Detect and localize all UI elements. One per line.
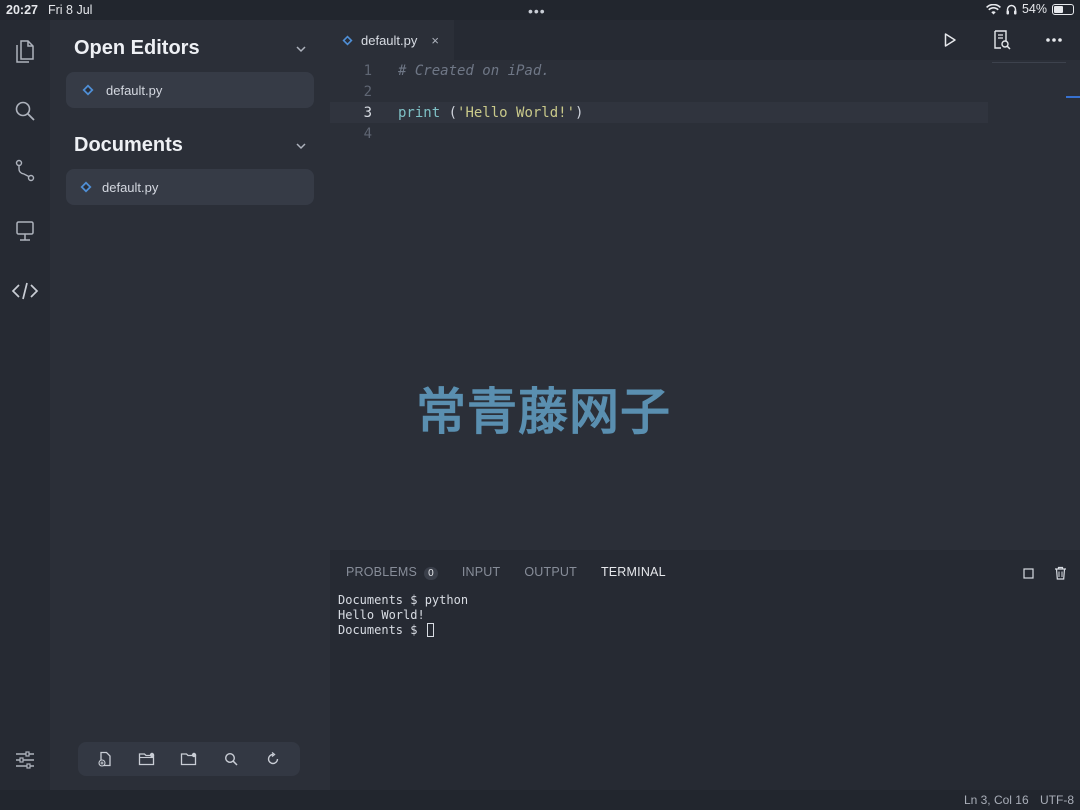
- code-statement: print ('Hello World!'): [398, 105, 583, 121]
- code-keyword: print: [398, 104, 441, 121]
- code-icon[interactable]: [10, 276, 40, 306]
- python-file-icon: [342, 34, 353, 46]
- files-icon[interactable]: [10, 36, 40, 66]
- status-right: Ln 3, Col 16 UTF-8: [964, 793, 1074, 807]
- search-icon[interactable]: [10, 96, 40, 126]
- close-icon[interactable]: ×: [431, 33, 439, 48]
- chevron-down-icon[interactable]: [294, 42, 308, 56]
- activity-bar: [0, 20, 50, 790]
- scrollbar-marker[interactable]: [1066, 96, 1080, 98]
- editor-tab-bar: default.py ×: [330, 20, 1080, 60]
- document-item[interactable]: default.py: [66, 169, 314, 205]
- code-punctuation: ): [575, 104, 584, 121]
- status-indicators: 54%: [986, 2, 1074, 16]
- battery-icon: [1052, 3, 1074, 15]
- refresh-icon[interactable]: [262, 748, 284, 770]
- terminal-prompt-line: Documents $: [338, 623, 468, 638]
- tab-terminal[interactable]: TERMINAL: [601, 565, 666, 579]
- tab-label: default.py: [361, 32, 418, 48]
- search-icon[interactable]: [220, 748, 242, 770]
- open-editors-title[interactable]: Open Editors: [74, 37, 200, 60]
- terminal-output[interactable]: Documents $ python Hello World! Documents …: [338, 593, 468, 638]
- watermark: 常青藤网子: [416, 383, 671, 441]
- file-name: default.py: [106, 82, 163, 98]
- tab-problems[interactable]: PROBLEMS 0: [346, 565, 438, 580]
- more-icon[interactable]: [1042, 28, 1066, 52]
- settings-sliders-icon[interactable]: [10, 745, 40, 775]
- file-encoding[interactable]: UTF-8: [1040, 793, 1074, 807]
- code-line: 4: [330, 123, 988, 144]
- source-control-icon[interactable]: [10, 156, 40, 186]
- code-punctuation: (: [440, 104, 458, 121]
- date: Fri 8 Jul: [47, 3, 93, 17]
- tab-input[interactable]: INPUT: [462, 565, 501, 579]
- new-folder-icon[interactable]: [136, 748, 158, 770]
- terminal-prompt: Documents $: [338, 623, 425, 637]
- terminal-line: Hello World!: [338, 608, 425, 622]
- tab-default-py[interactable]: default.py ×: [330, 20, 454, 60]
- minimap[interactable]: [992, 62, 1066, 65]
- problems-count-badge: 0: [424, 567, 438, 580]
- file-name: default.py: [102, 179, 159, 195]
- preview-icon[interactable]: [990, 28, 1014, 52]
- battery-fill: [1054, 5, 1064, 13]
- cursor-position[interactable]: Ln 3, Col 16: [964, 793, 1029, 807]
- explorer-toolbar: [78, 742, 300, 776]
- status-bar: 20:27 Fri 8 Jul ••• 54%: [0, 0, 1080, 20]
- python-file-icon: [82, 84, 94, 96]
- wifi-icon: [986, 3, 1001, 14]
- trash-icon[interactable]: [1052, 565, 1068, 581]
- code-comment: # Created on iPad.: [398, 62, 550, 79]
- terminal-cursor: [426, 623, 434, 637]
- run-icon[interactable]: [938, 28, 962, 52]
- remote-icon[interactable]: [10, 216, 40, 246]
- battery-percent: 54%: [1021, 2, 1047, 16]
- terminal-line: Documents $ python: [338, 593, 469, 607]
- line-number: 2: [363, 83, 372, 100]
- panel-tabs: PROBLEMS 0 INPUT OUTPUT TERMINAL: [346, 565, 690, 580]
- new-file-icon[interactable]: [94, 748, 116, 770]
- code-string: 'Hello World!': [457, 104, 576, 121]
- explorer-sidebar: Open Editors default.py Documents defaul…: [50, 20, 330, 790]
- editor-area: default.py × 1 # Created on iPad. 2 3 pr…: [330, 20, 1080, 550]
- editor-status-bar: Ln 3, Col 16 UTF-8: [0, 790, 1080, 810]
- code-line: 1 # Created on iPad.: [330, 60, 988, 81]
- multitasking-dots[interactable]: •••: [528, 3, 546, 19]
- documents-title[interactable]: Documents: [74, 134, 183, 157]
- code-line: 2: [330, 81, 988, 102]
- python-file-icon: [80, 181, 92, 193]
- clock: 20:27: [6, 3, 38, 17]
- open-folder-icon[interactable]: [178, 748, 200, 770]
- line-number: 1: [363, 62, 372, 79]
- line-number: 4: [363, 125, 372, 142]
- code-line-active: 3 print ('Hello World!'): [330, 102, 988, 123]
- tab-label: PROBLEMS: [346, 565, 418, 579]
- open-editor-item[interactable]: default.py: [66, 72, 314, 108]
- chevron-down-icon[interactable]: [294, 139, 308, 153]
- line-number: 3: [363, 104, 372, 121]
- tab-output[interactable]: OUTPUT: [524, 565, 577, 579]
- headphones-icon: [1006, 4, 1017, 14]
- bottom-panel: PROBLEMS 0 INPUT OUTPUT TERMINAL Document…: [330, 550, 1080, 790]
- maximize-panel-icon[interactable]: [1020, 565, 1036, 581]
